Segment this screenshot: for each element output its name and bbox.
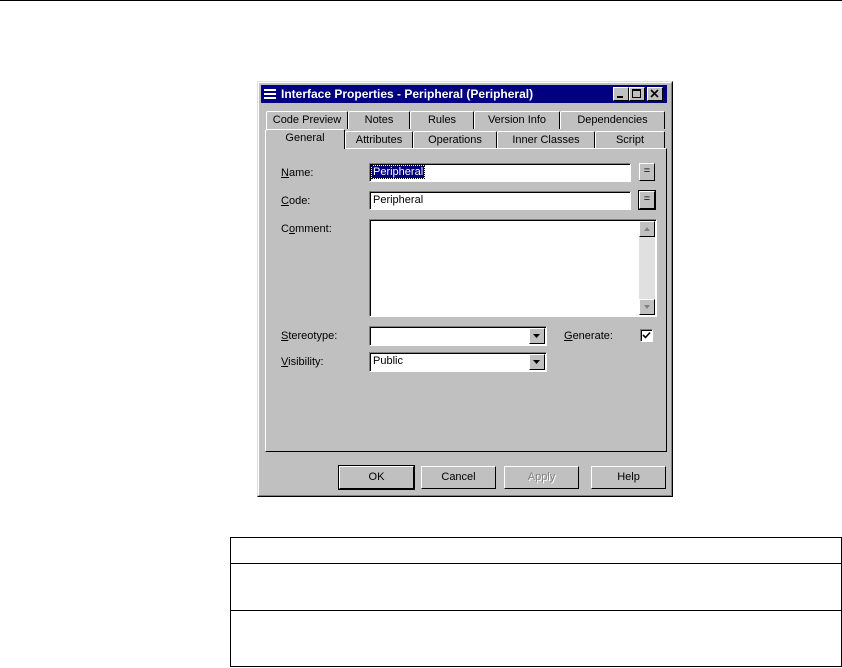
- ok-button[interactable]: OK: [338, 465, 415, 490]
- tab-code-preview[interactable]: Code Preview: [266, 111, 348, 129]
- code-label: Code:: [281, 195, 311, 207]
- apply-button: Apply: [504, 466, 579, 489]
- window-title: Interface Properties - Peripheral (Perip…: [281, 87, 534, 101]
- tab-operations[interactable]: Operations: [413, 131, 497, 149]
- name-label: Name:: [281, 167, 314, 179]
- tab-notes[interactable]: Notes: [348, 111, 410, 129]
- maximize-button[interactable]: [629, 87, 645, 101]
- stereotype-dropdown-button[interactable]: [529, 328, 545, 344]
- maximize-icon: [632, 89, 641, 98]
- code-field-value: Peripheral: [373, 194, 424, 206]
- tab-inner-classes[interactable]: Inner Classes: [497, 131, 595, 149]
- tab-dependencies[interactable]: Dependencies: [560, 111, 665, 129]
- interface-properties-dialog: Interface Properties - Peripheral (Perip…: [257, 81, 673, 497]
- close-button[interactable]: [647, 87, 663, 101]
- tab-rules[interactable]: Rules: [410, 111, 474, 129]
- tab-version-info[interactable]: Version Info: [474, 111, 560, 129]
- cancel-button[interactable]: Cancel: [421, 466, 496, 489]
- generate-label: Generate:: [564, 330, 613, 342]
- table-rule: [231, 610, 841, 611]
- page-top-rule: [0, 0, 842, 1]
- scroll-up-icon: [644, 227, 650, 231]
- visibility-combobox[interactable]: Public: [369, 352, 547, 372]
- chevron-down-icon: [533, 334, 540, 338]
- tab-script[interactable]: Script: [595, 131, 665, 149]
- name-field[interactable]: Peripheral: [369, 163, 631, 182]
- visibility-dropdown-button[interactable]: [529, 354, 545, 370]
- scroll-down-button[interactable]: [639, 299, 655, 315]
- code-equal-button[interactable]: =: [638, 190, 656, 210]
- generate-checkbox[interactable]: [640, 329, 653, 342]
- name-field-value: Peripheral: [370, 165, 426, 179]
- code-field[interactable]: Peripheral: [369, 191, 631, 210]
- comment-textarea[interactable]: [369, 219, 657, 317]
- title-bar[interactable]: Interface Properties - Peripheral (Perip…: [261, 85, 667, 103]
- close-icon: [650, 89, 659, 98]
- scroll-down-icon: [644, 305, 650, 309]
- stereotype-combobox[interactable]: [369, 326, 547, 346]
- name-equal-button[interactable]: =: [639, 163, 655, 181]
- system-menu-icon[interactable]: [264, 88, 276, 100]
- minimize-button[interactable]: [613, 87, 629, 101]
- visibility-value: Public: [373, 355, 403, 367]
- tab-attributes[interactable]: Attributes: [345, 131, 413, 149]
- general-tab-panel: Name: Peripheral = Code: Peripheral = Co…: [265, 148, 667, 452]
- comment-scrollbar[interactable]: [639, 221, 655, 315]
- empty-table-box: [230, 537, 842, 667]
- stereotype-label: Stereotype:: [281, 330, 338, 342]
- checkmark-icon: [642, 331, 651, 339]
- visibility-label: Visibility:: [281, 356, 324, 368]
- chevron-down-icon: [533, 360, 540, 364]
- tab-general[interactable]: General: [265, 129, 345, 149]
- help-button[interactable]: Help: [591, 466, 666, 489]
- scroll-up-button[interactable]: [639, 221, 655, 237]
- minimize-icon: [617, 96, 623, 98]
- table-rule: [231, 563, 841, 564]
- comment-label: Comment:: [281, 223, 332, 235]
